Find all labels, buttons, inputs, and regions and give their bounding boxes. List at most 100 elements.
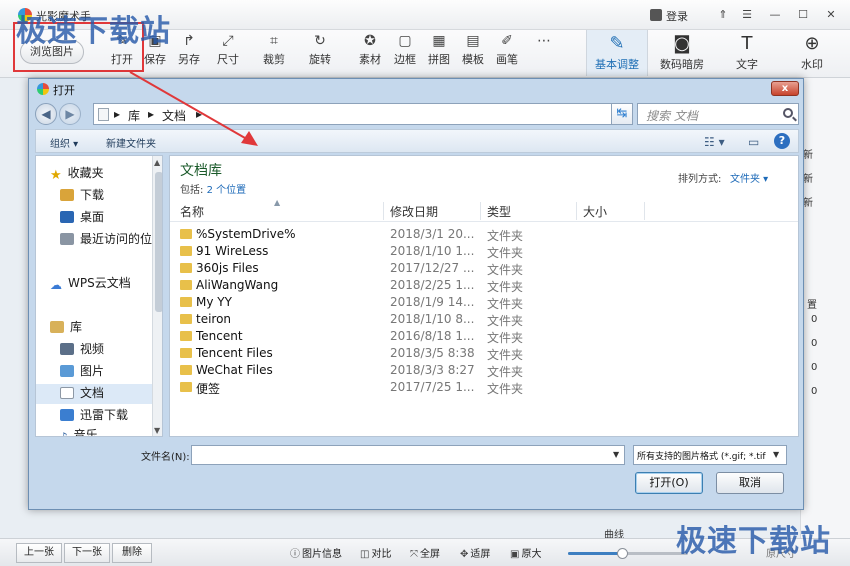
cancel-button[interactable]: 取消 bbox=[716, 472, 784, 494]
image-info-label: 图片信息 bbox=[302, 549, 342, 560]
fullscreen-label: 全屏 bbox=[420, 549, 440, 560]
nav-xunlei[interactable]: 迅雷下载 bbox=[36, 406, 152, 426]
nav-recent[interactable]: 最近访问的位置 bbox=[36, 230, 152, 250]
tool-material-button[interactable]: ✪ 素材 bbox=[356, 30, 384, 74]
back-icon[interactable]: ◀ bbox=[35, 103, 57, 125]
tool-rotate-button[interactable]: ↻ 旋转 bbox=[306, 30, 334, 74]
file-row[interactable]: Tencent 2016/8/18 1... 文件夹 bbox=[170, 328, 798, 345]
file-row[interactable]: Tencent Files 2018/3/5 8:38 文件夹 bbox=[170, 345, 798, 362]
open-button[interactable]: 打开(O) bbox=[635, 472, 703, 494]
address-input[interactable]: ▸ 库 ▸ 文档 ▸ ▼ bbox=[93, 103, 633, 125]
forward-icon[interactable]: ▶ bbox=[59, 103, 81, 125]
tool-template-button[interactable]: ▤ 模板 bbox=[459, 30, 487, 74]
maximize-button[interactable]: ☐ bbox=[792, 6, 814, 24]
nav-label: 迅雷下载 bbox=[80, 408, 129, 422]
file-date: 2017/7/25 1... bbox=[390, 380, 475, 394]
column-name[interactable]: 名称 bbox=[180, 203, 204, 220]
column-divider[interactable] bbox=[576, 202, 577, 220]
delete-button[interactable]: 删除 bbox=[112, 543, 152, 563]
breadcrumb-documents[interactable]: 文档 bbox=[162, 107, 186, 124]
preview-pane-icon[interactable]: ▭ bbox=[748, 135, 759, 149]
right-panel-value: 0 bbox=[811, 314, 818, 325]
file-row[interactable]: AliWangWang 2018/2/25 1... 文件夹 bbox=[170, 277, 798, 294]
nav-favorites[interactable]: ★ 收藏夹 bbox=[36, 164, 152, 184]
organize-menu[interactable]: 组织 ▾ bbox=[50, 135, 78, 150]
column-divider[interactable] bbox=[644, 202, 645, 220]
nav-scrollbar-thumb[interactable] bbox=[155, 172, 162, 312]
column-divider[interactable] bbox=[480, 202, 481, 220]
fit-screen-button[interactable]: ✥ 适屏 bbox=[460, 545, 490, 560]
filename-input[interactable] bbox=[191, 445, 625, 465]
breadcrumb-libraries[interactable]: 库 bbox=[128, 107, 140, 124]
skin-icon[interactable]: ⇑ bbox=[712, 6, 734, 24]
fullscreen-button[interactable]: ⤧ 全屏 bbox=[410, 545, 440, 560]
file-name: %SystemDrive% bbox=[196, 227, 296, 241]
file-row[interactable]: My YY 2018/1/9 14... 文件夹 bbox=[170, 294, 798, 311]
new-folder-button[interactable]: 新建文件夹 bbox=[106, 135, 156, 150]
file-row[interactable]: WeChat Files 2018/3/3 8:27 文件夹 bbox=[170, 362, 798, 379]
file-row[interactable]: 便签 2017/7/25 1... 文件夹 bbox=[170, 379, 798, 396]
tool-brush-button[interactable]: ✐ 画笔 bbox=[493, 30, 521, 74]
image-info-button[interactable]: ⓘ 图片信息 bbox=[290, 545, 342, 560]
view-options-icon[interactable]: ☷ ▾ bbox=[704, 135, 725, 149]
column-date[interactable]: 修改日期 bbox=[390, 203, 438, 220]
nav-music[interactable]: ♪ 音乐 bbox=[36, 426, 152, 436]
nav-libraries[interactable]: 库 bbox=[36, 318, 152, 338]
filetype-select[interactable]: 所有支持的图片格式 (*.gif; *.tif bbox=[633, 445, 787, 465]
nav-documents[interactable]: 文档 bbox=[36, 384, 152, 404]
nav-desktop[interactable]: 桌面 bbox=[36, 208, 152, 228]
resize-icon: ⤢ bbox=[222, 33, 234, 49]
file-date: 2017/12/27 ... bbox=[390, 261, 475, 275]
nav-wps-cloud[interactable]: ☁ WPS云文档 bbox=[36, 274, 152, 294]
library-locations-link[interactable]: 2 个位置 bbox=[207, 185, 247, 196]
column-size[interactable]: 大小 bbox=[583, 203, 607, 220]
tool-darkroom-button[interactable]: ◙ 数码暗房 bbox=[650, 30, 714, 76]
tool-adjust-button[interactable]: ✎ 基本调整 bbox=[586, 30, 648, 76]
tool-puzzle-button[interactable]: ▦ 拼图 bbox=[425, 30, 453, 74]
file-type: 文件夹 bbox=[487, 331, 524, 345]
scroll-up-icon[interactable]: ▲ bbox=[154, 158, 160, 167]
prev-image-button[interactable]: 上一张 bbox=[16, 543, 62, 563]
tool-watermark-button[interactable]: ⊕ 水印 bbox=[784, 30, 840, 76]
close-button[interactable]: ✕ bbox=[820, 6, 842, 24]
help-icon[interactable]: ? bbox=[774, 133, 790, 149]
tool-label: 水印 bbox=[801, 58, 823, 71]
compare-button[interactable]: ◫ 对比 bbox=[360, 545, 391, 560]
sort-dropdown[interactable]: 文件夹 ▾ bbox=[730, 170, 768, 185]
nav-pictures[interactable]: 图片 bbox=[36, 362, 152, 382]
nav-download[interactable]: 下载 bbox=[36, 186, 152, 206]
tool-text-button[interactable]: T 文字 bbox=[718, 30, 776, 76]
column-divider[interactable] bbox=[383, 202, 384, 220]
tool-resize-button[interactable]: ⤢ 尺寸 bbox=[213, 30, 243, 74]
search-icon[interactable] bbox=[783, 108, 793, 118]
file-name: teiron bbox=[196, 312, 232, 326]
tool-border-button[interactable]: ▢ 边框 bbox=[392, 30, 418, 74]
login-link[interactable]: 登录 bbox=[666, 8, 688, 24]
file-row[interactable]: %SystemDrive% 2018/3/1 20... 文件夹 bbox=[170, 226, 798, 243]
scroll-down-icon[interactable]: ▼ bbox=[154, 426, 160, 435]
dialog-close-button[interactable]: x bbox=[771, 81, 799, 96]
refresh-icon[interactable]: ↹ bbox=[611, 103, 633, 125]
rotate-icon: ↻ bbox=[314, 33, 326, 49]
file-name: 360js Files bbox=[196, 261, 259, 275]
column-type[interactable]: 类型 bbox=[487, 203, 511, 220]
tool-label: 画笔 bbox=[496, 53, 518, 66]
filename-dropdown-icon[interactable]: ▼ bbox=[613, 450, 619, 459]
search-input[interactable]: 搜索 文档 bbox=[637, 103, 799, 125]
nav-videos[interactable]: 视频 bbox=[36, 340, 152, 360]
tool-label: 边框 bbox=[394, 53, 416, 66]
nav-scrollbar[interactable]: ▲ ▼ bbox=[152, 156, 162, 436]
tool-crop-button[interactable]: ⌗ 裁剪 bbox=[261, 30, 287, 74]
tool-saveas-button[interactable]: ↱ 另存 bbox=[176, 30, 202, 74]
menu-icon[interactable]: ☰ bbox=[736, 6, 758, 24]
file-row[interactable]: teiron 2018/1/10 8... 文件夹 bbox=[170, 311, 798, 328]
tool-more-button[interactable]: ⋯ bbox=[534, 30, 554, 74]
zoom-slider[interactable] bbox=[568, 548, 688, 559]
next-image-button[interactable]: 下一张 bbox=[64, 543, 110, 563]
filetype-dropdown-icon[interactable]: ▼ bbox=[773, 450, 779, 459]
file-row[interactable]: 360js Files 2017/12/27 ... 文件夹 bbox=[170, 260, 798, 277]
minimize-button[interactable]: — bbox=[764, 6, 786, 24]
zoom-slider-knob[interactable] bbox=[617, 548, 628, 559]
file-row[interactable]: 91 WireLess 2018/1/10 1... 文件夹 bbox=[170, 243, 798, 260]
original-size-button[interactable]: ▣ 原大 bbox=[510, 545, 541, 560]
